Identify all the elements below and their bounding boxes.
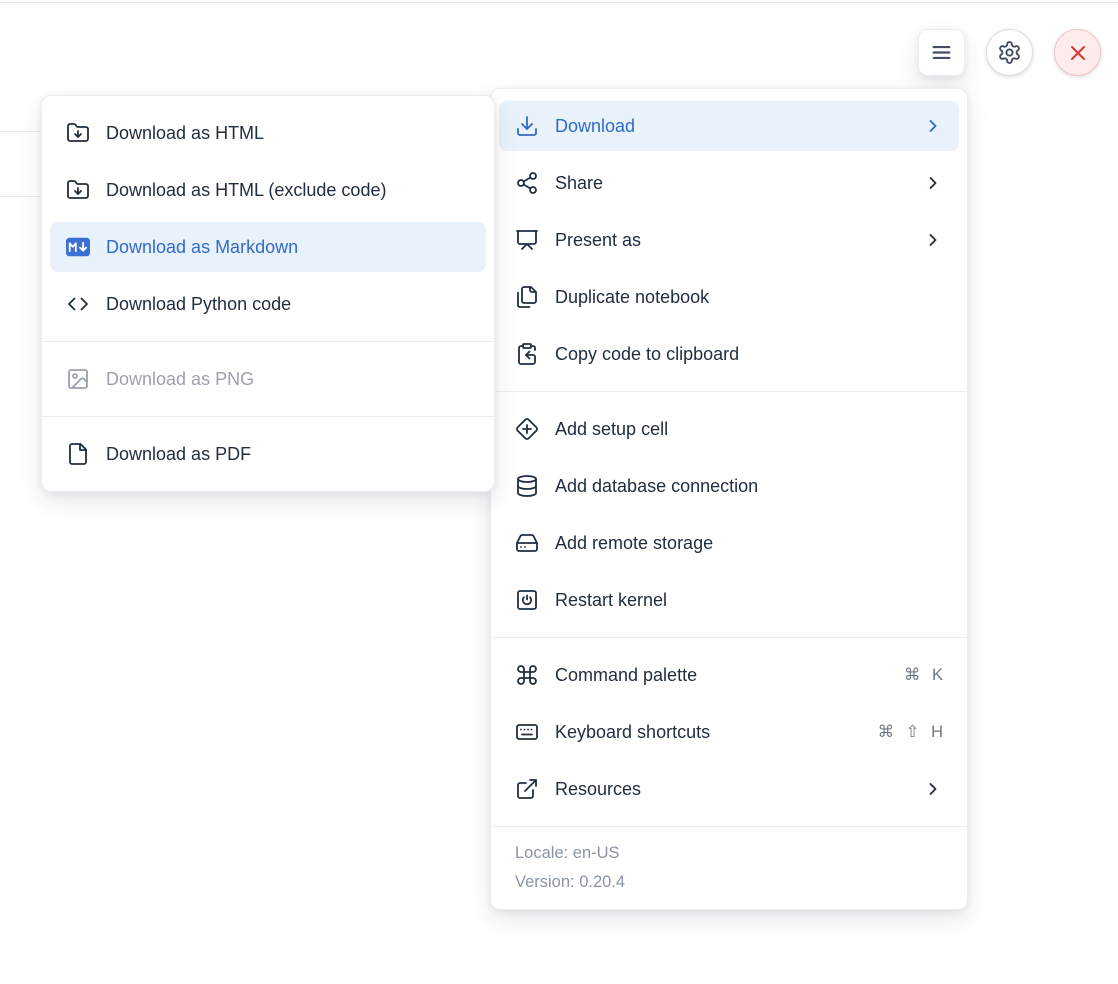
notebook-menu-button[interactable] <box>918 29 965 76</box>
command-icon <box>515 663 539 687</box>
menu-item-label: Download as HTML <box>106 123 264 144</box>
gear-icon <box>997 40 1022 65</box>
menu-item-label: Restart kernel <box>555 590 667 611</box>
folder-down-icon <box>66 178 90 202</box>
menu-item-label: Download as Markdown <box>106 237 298 258</box>
menu-item-download-as-pdf[interactable]: Download as PDF <box>50 429 486 479</box>
code-icon <box>66 292 90 316</box>
menu-item-label: Add database connection <box>555 476 758 497</box>
folder-down-icon <box>66 121 90 145</box>
menu-item-copy-code-to-clipboard[interactable]: Copy code to clipboard <box>499 329 959 379</box>
menu-item-label: Command palette <box>555 665 697 686</box>
presentation-icon <box>515 228 539 252</box>
markdown-icon <box>66 235 90 259</box>
menu-section-2: Add setup cell Add database connection A… <box>491 391 967 637</box>
submenu-section-3: Download as PDF <box>42 416 494 491</box>
background-cell-border <box>0 131 41 132</box>
menu-section-3: Command palette ⌘ K Keyboard shortcuts ⌘… <box>491 637 967 826</box>
notebook-menu: Download Share Present as <box>490 88 968 910</box>
menu-item-label: Download as PNG <box>106 369 254 390</box>
download-icon <box>515 114 539 138</box>
menu-item-label: Keyboard shortcuts <box>555 722 710 743</box>
menu-item-label: Resources <box>555 779 641 800</box>
shortcut-hint: ⌘ ⇧ H <box>878 722 943 742</box>
menu-item-label: Download as HTML (exclude code) <box>106 180 386 201</box>
hamburger-icon <box>929 40 954 65</box>
menu-item-add-database-connection[interactable]: Add database connection <box>499 461 959 511</box>
shortcut-hint: ⌘ K <box>904 665 943 685</box>
menu-footer: Locale: en-US Version: 0.20.4 <box>491 826 967 909</box>
clipboard-copy-icon <box>515 342 539 366</box>
menu-item-download-as-markdown[interactable]: Download as Markdown <box>50 222 486 272</box>
menu-item-keyboard-shortcuts[interactable]: Keyboard shortcuts ⌘ ⇧ H <box>499 707 959 757</box>
file-icon <box>66 442 90 466</box>
download-submenu: Download as HTML Download as HTML (exclu… <box>41 95 495 492</box>
menu-item-present-as[interactable]: Present as <box>499 215 959 265</box>
menu-item-resources[interactable]: Resources <box>499 764 959 814</box>
menu-item-label: Download as PDF <box>106 444 251 465</box>
files-icon <box>515 285 539 309</box>
menu-item-label: Present as <box>555 230 641 251</box>
menu-item-restart-kernel[interactable]: Restart kernel <box>499 575 959 625</box>
menu-item-label: Duplicate notebook <box>555 287 709 308</box>
menu-item-download[interactable]: Download <box>499 101 959 151</box>
menu-item-label: Share <box>555 173 603 194</box>
power-icon <box>515 588 539 612</box>
menu-item-label: Add remote storage <box>555 533 713 554</box>
page-top-border <box>0 2 1118 3</box>
version-text: Version: 0.20.4 <box>515 868 943 897</box>
locale-text: Locale: en-US <box>515 839 943 868</box>
close-icon <box>1066 41 1090 65</box>
database-icon <box>515 474 539 498</box>
close-app-button[interactable] <box>1054 29 1101 76</box>
external-link-icon <box>515 777 539 801</box>
chevron-right-icon <box>923 779 943 799</box>
chevron-right-icon <box>923 116 943 136</box>
menu-item-label: Add setup cell <box>555 419 668 440</box>
submenu-section-2: Download as PNG <box>42 341 494 416</box>
hard-drive-icon <box>515 531 539 555</box>
chevron-right-icon <box>923 230 943 250</box>
menu-item-download-as-html-exclude-code[interactable]: Download as HTML (exclude code) <box>50 165 486 215</box>
share-icon <box>515 171 539 195</box>
menu-item-label: Download Python code <box>106 294 291 315</box>
menu-item-add-remote-storage[interactable]: Add remote storage <box>499 518 959 568</box>
menu-item-duplicate-notebook[interactable]: Duplicate notebook <box>499 272 959 322</box>
menu-item-download-as-html[interactable]: Download as HTML <box>50 108 486 158</box>
background-cell-border <box>0 196 41 197</box>
menu-item-add-setup-cell[interactable]: Add setup cell <box>499 404 959 454</box>
submenu-section-1: Download as HTML Download as HTML (exclu… <box>42 96 494 341</box>
settings-button[interactable] <box>986 29 1033 76</box>
menu-item-share[interactable]: Share <box>499 158 959 208</box>
menu-item-label: Download <box>555 116 635 137</box>
menu-item-download-python-code[interactable]: Download Python code <box>50 279 486 329</box>
menu-item-label: Copy code to clipboard <box>555 344 739 365</box>
diamond-plus-icon <box>515 417 539 441</box>
image-icon <box>66 367 90 391</box>
menu-item-command-palette[interactable]: Command palette ⌘ K <box>499 650 959 700</box>
keyboard-icon <box>515 720 539 744</box>
chevron-right-icon <box>923 173 943 193</box>
menu-item-download-as-png: Download as PNG <box>50 354 486 404</box>
menu-section-1: Download Share Present as <box>491 89 967 391</box>
